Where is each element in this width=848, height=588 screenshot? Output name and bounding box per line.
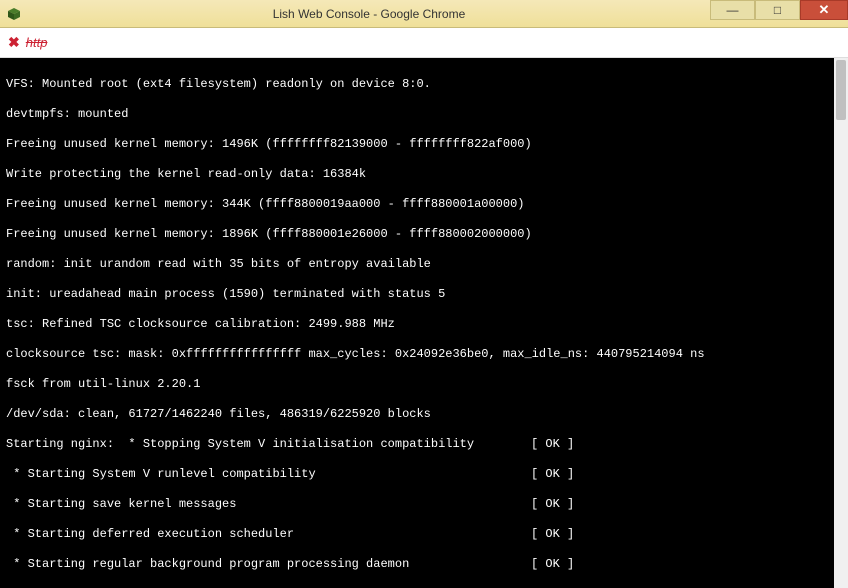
term-line: * Starting deferred execution scheduler[… — [6, 527, 842, 542]
term-line: random: init urandom read with 35 bits o… — [6, 257, 842, 272]
blocked-icon: ✖ — [8, 34, 20, 51]
term-line: Write protecting the kernel read-only da… — [6, 167, 842, 182]
term-line: fsck from util-linux 2.20.1 — [6, 377, 842, 392]
minimize-button[interactable]: — — [710, 0, 755, 20]
maximize-button[interactable]: □ — [755, 0, 800, 20]
term-line: Starting nginx: * Stopping System V init… — [6, 437, 842, 452]
scrollbar[interactable] — [834, 58, 848, 588]
term-line: * Starting save kernel messages[ OK ] — [6, 497, 842, 512]
term-line: tsc: Refined TSC clocksource calibration… — [6, 317, 842, 332]
term-line: clocksource tsc: mask: 0xfffffffffffffff… — [6, 347, 842, 362]
app-icon — [0, 7, 28, 21]
term-line: VFS: Mounted root (ext4 filesystem) read… — [6, 77, 842, 92]
address-bar: ✖ http — [0, 28, 848, 58]
url-text[interactable]: http — [26, 35, 48, 50]
window-title: Lish Web Console - Google Chrome — [28, 7, 710, 21]
term-line: Freeing unused kernel memory: 1496K (fff… — [6, 137, 842, 152]
term-line: Freeing unused kernel memory: 1896K (fff… — [6, 227, 842, 242]
term-line: devtmpfs: mounted — [6, 107, 842, 122]
term-line: * Starting regular background program pr… — [6, 557, 842, 572]
term-line: * Starting System V runlevel compatibili… — [6, 467, 842, 482]
window-titlebar: Lish Web Console - Google Chrome — □ ✕ — [0, 0, 848, 28]
close-button[interactable]: ✕ — [800, 0, 848, 20]
term-line: Freeing unused kernel memory: 344K (ffff… — [6, 197, 842, 212]
term-line: /dev/sda: clean, 61727/1462240 files, 48… — [6, 407, 842, 422]
window-controls: — □ ✕ — [710, 0, 848, 27]
cube-icon — [7, 7, 21, 21]
scrollbar-thumb[interactable] — [836, 60, 846, 120]
terminal-output[interactable]: VFS: Mounted root (ext4 filesystem) read… — [0, 58, 848, 588]
term-line: init: ureadahead main process (1590) ter… — [6, 287, 842, 302]
